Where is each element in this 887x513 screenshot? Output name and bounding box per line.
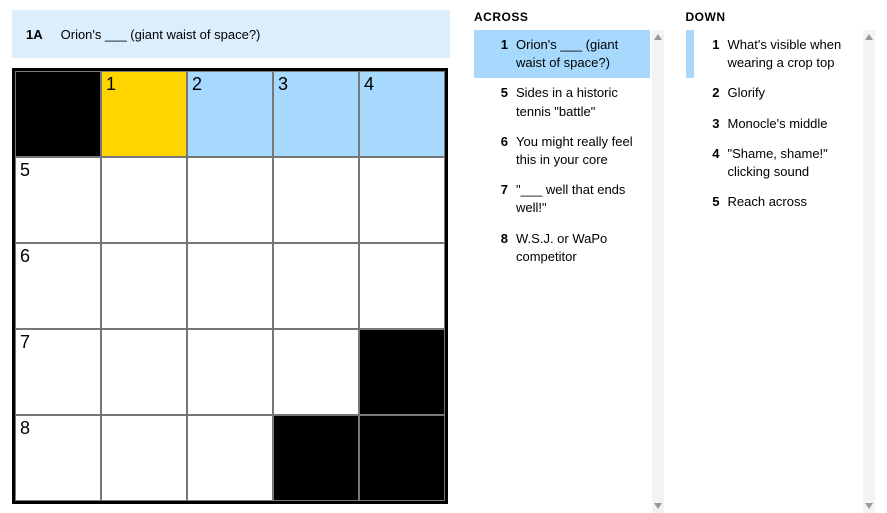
clue-text: Sides in a historic tennis "battle"	[516, 84, 644, 120]
current-clue-bar: 1A Orion's ___ (giant waist of space?)	[12, 10, 450, 58]
current-clue-label: 1A	[26, 27, 43, 42]
clue-number: 5	[698, 193, 720, 211]
cell-number: 7	[20, 332, 30, 353]
clue-item[interactable]: 3 Monocle's middle	[686, 109, 862, 139]
across-column: ACROSS 1Orion's ___ (giant waist of spac…	[474, 10, 664, 513]
clue-item[interactable]: 2 Glorify	[686, 78, 862, 108]
clue-text: You might really feel this in your core	[516, 133, 644, 169]
cell[interactable]: 8	[15, 415, 101, 501]
clue-text: What's visible when wearing a crop top	[728, 36, 856, 72]
clue-text: "Shame, shame!" clicking sound	[728, 145, 856, 181]
scrollbar-track[interactable]	[863, 30, 875, 513]
cell[interactable]: 7	[15, 329, 101, 415]
current-clue-text: Orion's ___ (giant waist of space?)	[61, 27, 261, 42]
cell[interactable]: 5	[15, 157, 101, 243]
app-root: 1A Orion's ___ (giant waist of space?) 1…	[0, 0, 887, 513]
cell[interactable]: 6	[15, 243, 101, 329]
clue-number: 5	[486, 84, 508, 120]
scroll-up-icon[interactable]	[864, 32, 874, 42]
clue-item[interactable]: 4"Shame, shame!" clicking sound	[686, 139, 862, 187]
cell-black	[273, 415, 359, 501]
cell[interactable]: 2	[187, 71, 273, 157]
cell-number: 4	[364, 74, 374, 95]
cell[interactable]	[359, 157, 445, 243]
scroll-down-icon[interactable]	[653, 501, 663, 511]
cell-number: 1	[106, 74, 116, 95]
clue-number: 8	[486, 230, 508, 266]
clue-text: Glorify	[728, 84, 856, 102]
clue-item[interactable]: 1What's visible when wearing a crop top	[686, 30, 862, 78]
clue-text: W.S.J. or WaPo competitor	[516, 230, 644, 266]
cell-number: 5	[20, 160, 30, 181]
clue-item[interactable]: 1Orion's ___ (giant waist of space?)	[474, 30, 650, 78]
cell-black	[15, 71, 101, 157]
cell[interactable]	[101, 157, 187, 243]
crossword-grid[interactable]: 1 2 3 4 5 6 7 8	[12, 68, 448, 504]
clue-text: Monocle's middle	[728, 115, 856, 133]
clue-item[interactable]: 7"___ well that ends well!"	[474, 175, 650, 223]
across-list[interactable]: 1Orion's ___ (giant waist of space?)5Sid…	[474, 30, 664, 513]
clue-text: "___ well that ends well!"	[516, 181, 644, 217]
clue-item[interactable]: 8W.S.J. or WaPo competitor	[474, 224, 650, 272]
down-list[interactable]: 1What's visible when wearing a crop top2…	[686, 30, 876, 513]
cell-black	[359, 415, 445, 501]
clue-number: 3	[698, 115, 720, 133]
cell[interactable]	[187, 243, 273, 329]
clue-item[interactable]: 6You might really feel this in your core	[474, 127, 650, 175]
cell[interactable]	[273, 243, 359, 329]
cell-number: 3	[278, 74, 288, 95]
cell[interactable]	[101, 415, 187, 501]
cell[interactable]	[359, 243, 445, 329]
cell-number: 6	[20, 246, 30, 267]
clue-lists: ACROSS 1Orion's ___ (giant waist of spac…	[474, 10, 875, 513]
cell[interactable]	[273, 329, 359, 415]
cell[interactable]	[273, 157, 359, 243]
clue-number: 7	[486, 181, 508, 217]
clue-number: 2	[698, 84, 720, 102]
clue-number: 4	[698, 145, 720, 181]
down-heading: DOWN	[686, 10, 876, 24]
cell[interactable]: 1	[101, 71, 187, 157]
scrollbar-track[interactable]	[652, 30, 664, 513]
cell[interactable]	[187, 157, 273, 243]
cell-number: 8	[20, 418, 30, 439]
cell[interactable]: 4	[359, 71, 445, 157]
cell[interactable]: 3	[273, 71, 359, 157]
scroll-up-icon[interactable]	[653, 32, 663, 42]
scroll-down-icon[interactable]	[864, 501, 874, 511]
cell[interactable]	[187, 415, 273, 501]
clue-number: 6	[486, 133, 508, 169]
clue-item[interactable]: 5 Reach across	[686, 187, 862, 217]
clue-text: Reach across	[728, 193, 856, 211]
clue-number: 1	[698, 36, 720, 72]
cell[interactable]	[187, 329, 273, 415]
clue-item[interactable]: 5Sides in a historic tennis "battle"	[474, 78, 650, 126]
clue-number: 1	[486, 36, 508, 72]
cell[interactable]	[101, 329, 187, 415]
across-heading: ACROSS	[474, 10, 664, 24]
left-pane: 1A Orion's ___ (giant waist of space?) 1…	[12, 10, 450, 513]
cell-number: 2	[192, 74, 202, 95]
cell[interactable]	[101, 243, 187, 329]
down-column: DOWN 1What's visible when wearing a crop…	[686, 10, 876, 513]
clue-text: Orion's ___ (giant waist of space?)	[516, 36, 644, 72]
cell-black	[359, 329, 445, 415]
